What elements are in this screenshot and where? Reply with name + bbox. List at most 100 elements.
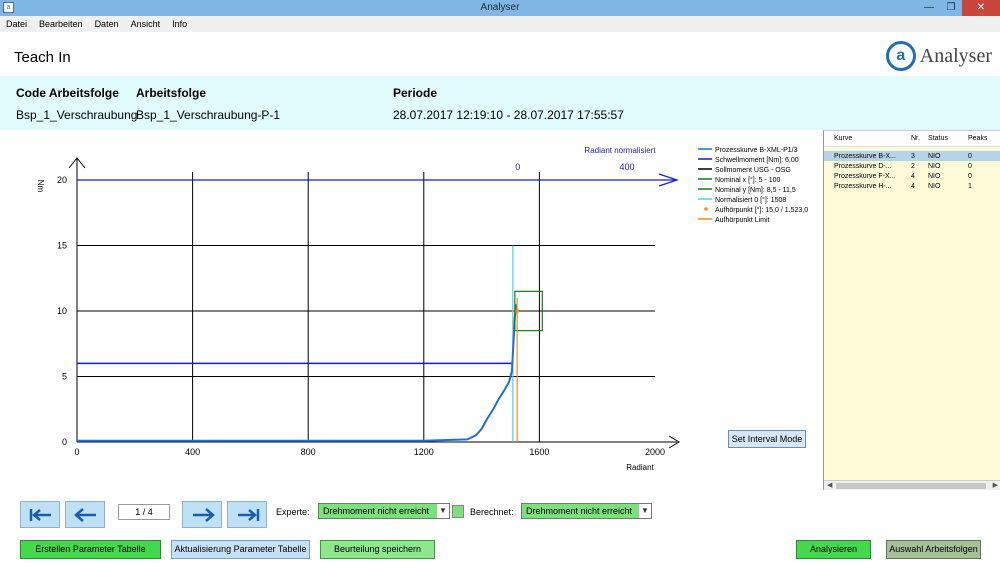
cell-status: NIO: [928, 162, 941, 170]
minimize-icon[interactable]: —: [918, 0, 940, 16]
x-tick-label: 0: [74, 447, 79, 457]
window-titlebar: a Analyser — ❐ ✕: [0, 0, 1000, 16]
berechnet-value: Drehmoment nicht erreicht: [526, 506, 633, 516]
y-tick-label: 20: [57, 175, 67, 185]
process-chart[interactable]: 0 400 800 1200 1600 2000 0 5 10 15 20 Radiant Nm Radi…: [0, 130, 822, 490]
menu-ansicht[interactable]: Ansicht: [125, 19, 167, 29]
stop-point: [515, 309, 520, 313]
cell-nr: 3: [911, 152, 915, 160]
cell-kurve: Prozesskurve F-X...: [834, 172, 896, 180]
menu-bearbeiten[interactable]: Bearbeiten: [33, 19, 89, 29]
list-item[interactable]: Prozesskurve F-X... 4 NIO 0: [824, 171, 1000, 181]
legend-marker: [704, 207, 708, 211]
header-peaks[interactable]: Peaks: [968, 135, 998, 142]
header-kurve[interactable]: Kurve: [824, 135, 904, 142]
cell-kurve: Prozesskurve H-...: [834, 182, 892, 190]
cell-status: NIO: [928, 152, 941, 160]
page-title: Teach In: [14, 49, 71, 66]
legend-item: Schwellmoment [Nm]: 6,00: [715, 157, 799, 164]
top-axis-label: Radiant normalisiert: [584, 146, 656, 155]
first-page-button[interactable]: [20, 501, 60, 528]
berechnet-select[interactable]: Drehmoment nicht erreicht ▼: [521, 503, 652, 519]
top-tick-label: 0: [515, 162, 520, 172]
legend-item: Prozesskurve B-XML-P1/3: [715, 147, 798, 154]
logo-text: Analyser: [919, 44, 992, 67]
x-tick-label: 2000: [645, 447, 665, 457]
code-label: Code Arbeitsfolge: [16, 86, 119, 100]
top-tick-label: 400: [619, 162, 634, 172]
create-parameter-table-button[interactable]: Erstellen Parameter Tabelle: [20, 540, 161, 559]
cell-peaks: 1: [968, 182, 972, 190]
experte-select[interactable]: Drehmoment nicht erreicht ▼: [318, 503, 450, 519]
first-page-icon: [29, 509, 51, 521]
next-page-button[interactable]: [182, 501, 222, 528]
x-tick-label: 400: [185, 447, 200, 457]
list-item[interactable]: Prozesskurve H-... 4 NIO 1: [824, 181, 1000, 191]
window-controls: — ❐ ✕: [918, 0, 1000, 16]
color-swatch[interactable]: [452, 505, 464, 518]
legend-item: Aufhörpunkt [°]: 15,0 / 1.523,0: [715, 206, 808, 214]
process-curve: [77, 304, 518, 442]
cell-peaks: 0: [968, 172, 972, 180]
period-value: 28.07.2017 12:19:10 - 28.07.2017 17:55:5…: [393, 108, 624, 122]
legend-item: Nominal y [Nm]: 8,5 - 11,5: [715, 187, 796, 194]
cell-nr: 4: [911, 172, 915, 180]
legend-item: Nominal x [°]: 5 - 100: [715, 176, 781, 184]
menu-datei[interactable]: Datei: [0, 19, 33, 29]
cell-kurve: Prozesskurve D-...: [834, 162, 892, 170]
chevron-down-icon[interactable]: ▼: [639, 504, 651, 518]
menu-bar: Datei Bearbeiten Daten Ansicht Info: [0, 16, 1000, 32]
experte-label: Experte:: [276, 507, 310, 517]
logo-icon: a: [885, 41, 916, 71]
list-item[interactable]: Prozesskurve D-... 2 NIO 0: [824, 161, 1000, 171]
window-title: Analyser: [480, 2, 520, 13]
berechnet-label: Berechnet:: [470, 507, 514, 517]
select-arbeitsfolgen-button[interactable]: Auswahl Arbeitsfolgen: [886, 540, 981, 559]
code-value: Bsp_1_Verschraubung: [16, 108, 138, 122]
scrollbar-thumb[interactable]: [836, 483, 986, 489]
legend-item: Normalisiert 0 [°]: 1508: [715, 196, 786, 204]
legend-item: Aufhörpunkt Limit: [715, 217, 770, 224]
arbeitsfolge-label: Arbeitsfolge: [136, 86, 207, 100]
arrow-right-icon: [193, 508, 215, 522]
header-nr[interactable]: Nr.: [904, 135, 928, 142]
header-status[interactable]: Status: [928, 135, 968, 142]
experte-value: Drehmoment nicht erreicht: [323, 506, 430, 516]
info-panel: Code Arbeitsfolge Bsp_1_Verschraubung Ar…: [0, 76, 1000, 130]
last-page-button[interactable]: [227, 501, 267, 528]
set-interval-mode-button[interactable]: Set Interval Mode: [728, 430, 806, 448]
cell-nr: 2: [911, 162, 915, 170]
cell-peaks: 0: [968, 152, 972, 160]
list-item[interactable]: Prozesskurve B-X... 3 NIO 0: [824, 151, 1000, 161]
cell-peaks: 0: [968, 162, 972, 170]
close-icon[interactable]: ✕: [962, 0, 1000, 16]
chart-area: 0 400 800 1200 1600 2000 0 5 10 15 20 Radiant Nm Radi…: [0, 130, 822, 490]
last-page-icon: [238, 509, 260, 521]
cell-status: NIO: [928, 172, 941, 180]
x-axis-label: Radiant: [626, 463, 654, 472]
cell-kurve: Prozesskurve B-X...: [834, 152, 896, 160]
curve-list[interactable]: Kurve Nr. Status Peaks Prozesskurve B-X.…: [823, 130, 1000, 490]
previous-page-button[interactable]: [65, 501, 105, 528]
x-tick-label: 1600: [529, 447, 549, 457]
page-indicator: 1 / 4: [118, 504, 170, 520]
maximize-icon[interactable]: ❐: [940, 0, 962, 16]
period-label: Periode: [393, 86, 438, 100]
save-rating-button[interactable]: Beurteilung speichern: [320, 540, 435, 559]
x-tick-label: 1200: [414, 447, 434, 457]
horizontal-scrollbar[interactable]: ◀ ▶: [824, 480, 1000, 490]
update-parameter-table-button[interactable]: Aktualisierung Parameter Tabelle: [171, 540, 310, 559]
cell-nr: 4: [911, 182, 915, 190]
y-tick-label: 10: [57, 306, 67, 316]
y-axis-label: Nm: [36, 180, 45, 193]
chevron-down-icon[interactable]: ▼: [437, 504, 449, 518]
app-icon: a: [3, 2, 14, 13]
menu-daten[interactable]: Daten: [89, 19, 125, 29]
menu-info[interactable]: Info: [166, 19, 193, 29]
arrow-left-icon: [74, 508, 96, 522]
x-tick-label: 800: [301, 447, 316, 457]
analyze-button[interactable]: Analysieren: [796, 540, 871, 559]
page-header: Teach In a Analyser: [0, 32, 1000, 76]
y-tick-label: 15: [57, 241, 67, 251]
logo: a Analyser: [885, 38, 992, 74]
